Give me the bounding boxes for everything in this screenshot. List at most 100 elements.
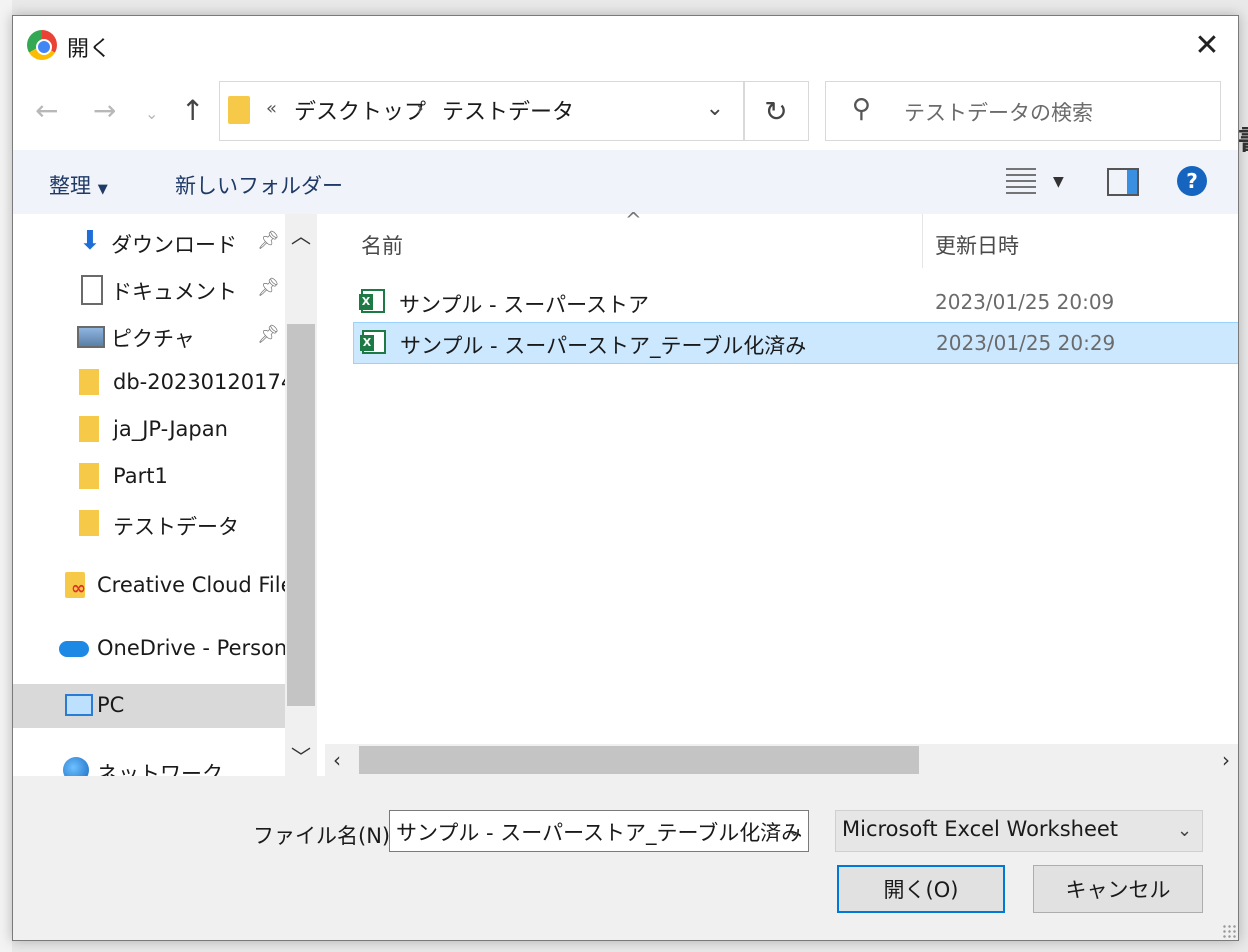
nav-item-label: db-20230120174 — [113, 370, 285, 394]
nav-item-label: PC — [97, 693, 125, 717]
column-header-name[interactable]: 名前 — [361, 230, 403, 260]
network-icon — [63, 757, 89, 776]
file-date: 2023/01/25 20:09 — [935, 290, 1115, 314]
folder-icon — [228, 96, 250, 124]
nav-item-creative-cloud[interactable]: Creative Cloud Files — [13, 564, 285, 608]
download-icon: ⬇ — [79, 226, 101, 256]
nav-item-part1[interactable]: Part1 — [13, 455, 285, 499]
view-details-icon[interactable] — [1006, 168, 1036, 194]
excel-file-icon — [359, 289, 385, 313]
filename-label: ファイル名(N): — [253, 824, 398, 848]
chrome-app-icon — [27, 30, 57, 60]
background-window-text: 書 — [1238, 118, 1248, 158]
file-date: 2023/01/25 20:29 — [936, 331, 1116, 355]
column-divider[interactable] — [922, 214, 923, 268]
refresh-button[interactable]: ↻ — [743, 81, 809, 141]
dialog-footer: ファイル名(N): サンプル - スーパーストア_テーブル化済み ⌄ Micro… — [13, 776, 1238, 940]
nav-item-label: Part1 — [113, 464, 168, 488]
nav-item-label: テストデータ — [113, 515, 239, 539]
view-dropdown-icon[interactable]: ▼ — [1053, 174, 1064, 190]
organize-label: 整理 — [49, 174, 91, 198]
search-input[interactable]: テストデータの検索 — [904, 97, 1093, 127]
nav-item-onedrive[interactable]: OneDrive - Personal — [13, 627, 285, 671]
file-type-dropdown-icon[interactable]: ⌄ — [1177, 820, 1192, 841]
address-overflow[interactable]: « — [266, 98, 277, 119]
organize-button[interactable]: 整理 ▼ — [49, 170, 108, 200]
refresh-icon: ↻ — [764, 94, 788, 128]
new-folder-button[interactable]: 新しいフォルダー — [175, 170, 343, 200]
close-icon: ✕ — [1194, 27, 1220, 63]
nav-item-db-folder[interactable]: db-20230120174 — [13, 361, 285, 405]
nav-item-test-data[interactable]: テストデータ — [13, 502, 285, 546]
file-list-horizontal-scrollbar[interactable]: ‹ › — [325, 744, 1238, 776]
back-arrow-icon[interactable]: ← — [35, 94, 58, 127]
caret-down-icon: ▼ — [97, 182, 108, 197]
pin-icon[interactable]: 📌︎ — [257, 277, 280, 298]
navigation-bar: ← → ⌄ ↑ « デスクトップ › テストデータ ⌄ ↻ ⚲ テストデータの検… — [13, 76, 1238, 150]
breadcrumb-chevron-icon[interactable]: › — [416, 96, 424, 120]
breadcrumb-test-data[interactable]: テストデータ — [442, 94, 574, 126]
pin-icon[interactable]: 📌︎ — [257, 230, 280, 251]
scroll-left-icon[interactable]: ‹ — [333, 748, 341, 772]
nav-item-ja-jp-japan[interactable]: ja_JP-Japan — [13, 408, 285, 452]
file-open-dialog: 開く ✕ ← → ⌄ ↑ « デスクトップ › テストデータ ⌄ ↻ ⚲ テスト… — [12, 15, 1239, 941]
file-type-select[interactable]: Microsoft Excel Worksheet — [835, 810, 1203, 852]
search-icon: ⚲ — [852, 94, 872, 124]
nav-item-network[interactable]: ネットワーク — [13, 749, 285, 776]
filename-dropdown-icon[interactable]: ⌄ — [787, 820, 802, 841]
nav-item-documents[interactable]: ドキュメント 📌︎ — [13, 267, 285, 311]
onedrive-icon — [59, 641, 89, 657]
nav-pane-scrollbar[interactable]: ︿ ﹀ — [285, 214, 317, 776]
file-row-selected[interactable]: サンプル - スーパーストア_テーブル化済み 2023/01/25 20:29 — [353, 322, 1238, 364]
nav-item-label: OneDrive - Personal — [97, 636, 285, 660]
nav-item-label: ダウンロード — [111, 233, 237, 257]
search-box[interactable]: ⚲ テストデータの検索 — [825, 81, 1221, 141]
folder-icon — [79, 463, 99, 489]
column-header-date[interactable]: 更新日時 — [935, 230, 1019, 260]
background-window-edge — [0, 0, 12, 952]
document-icon — [81, 275, 103, 305]
nav-item-label: ja_JP-Japan — [113, 417, 228, 441]
preview-pane-icon[interactable] — [1107, 168, 1139, 196]
sort-ascending-icon: ^ — [625, 208, 642, 232]
pc-icon — [65, 694, 93, 716]
scroll-down-icon[interactable]: ﹀ — [291, 741, 311, 770]
nav-item-label: Creative Cloud Files — [97, 573, 285, 597]
help-icon[interactable]: ? — [1177, 166, 1207, 196]
title-bar: 開く ✕ — [13, 16, 1238, 76]
scrollbar-thumb[interactable] — [287, 324, 315, 706]
scroll-right-icon[interactable]: › — [1222, 748, 1230, 772]
file-list: ^ 名前 更新日時 サンプル - スーパーストア 2023/01/25 20:0… — [325, 208, 1238, 776]
recent-locations-chevron-icon[interactable]: ⌄ — [145, 104, 158, 123]
breadcrumb-desktop[interactable]: デスクトップ — [294, 94, 426, 126]
forward-arrow-icon[interactable]: → — [93, 94, 116, 127]
nav-item-downloads[interactable]: ⬇ ダウンロード 📌︎ — [13, 220, 285, 264]
pictures-icon — [77, 326, 105, 348]
nav-item-pictures[interactable]: ピクチャ 📌︎ — [13, 314, 285, 358]
pin-icon[interactable]: 📌︎ — [257, 324, 280, 345]
folder-icon — [79, 510, 99, 536]
navigation-pane: ⬇ ダウンロード 📌︎ ドキュメント 📌︎ ピクチャ 📌︎ db-2023012… — [13, 214, 285, 776]
window-title: 開く — [67, 37, 112, 62]
address-dropdown-icon[interactable]: ⌄ — [706, 96, 724, 121]
cancel-button[interactable]: キャンセル — [1033, 865, 1203, 913]
creative-cloud-folder-icon — [65, 572, 86, 599]
nav-item-label: ネットワーク — [97, 762, 223, 776]
command-bar: 整理 ▼ 新しいフォルダー ▼ ? — [13, 150, 1238, 214]
filename-input[interactable]: サンプル - スーパーストア_テーブル化済み — [389, 810, 809, 852]
open-button[interactable]: 開く(O) — [837, 865, 1005, 913]
folder-icon — [79, 416, 99, 442]
file-name: サンプル - スーパーストア_テーブル化済み — [400, 334, 807, 358]
nav-item-pc[interactable]: PC — [13, 684, 285, 728]
nav-item-label: ドキュメント — [111, 280, 237, 304]
scroll-up-icon[interactable]: ︿ — [291, 220, 311, 249]
close-button[interactable]: ✕ — [1184, 24, 1230, 66]
folder-icon — [79, 369, 99, 395]
nav-item-label: ピクチャ — [111, 327, 195, 351]
address-bar[interactable]: « デスクトップ › テストデータ ⌄ — [219, 81, 745, 141]
file-name: サンプル - スーパーストア — [399, 293, 650, 317]
scrollbar-thumb[interactable] — [359, 746, 919, 774]
resize-grip-icon[interactable] — [1222, 924, 1236, 938]
file-row[interactable]: サンプル - スーパーストア 2023/01/25 20:09 — [353, 282, 1238, 322]
up-arrow-icon[interactable]: ↑ — [181, 94, 204, 127]
